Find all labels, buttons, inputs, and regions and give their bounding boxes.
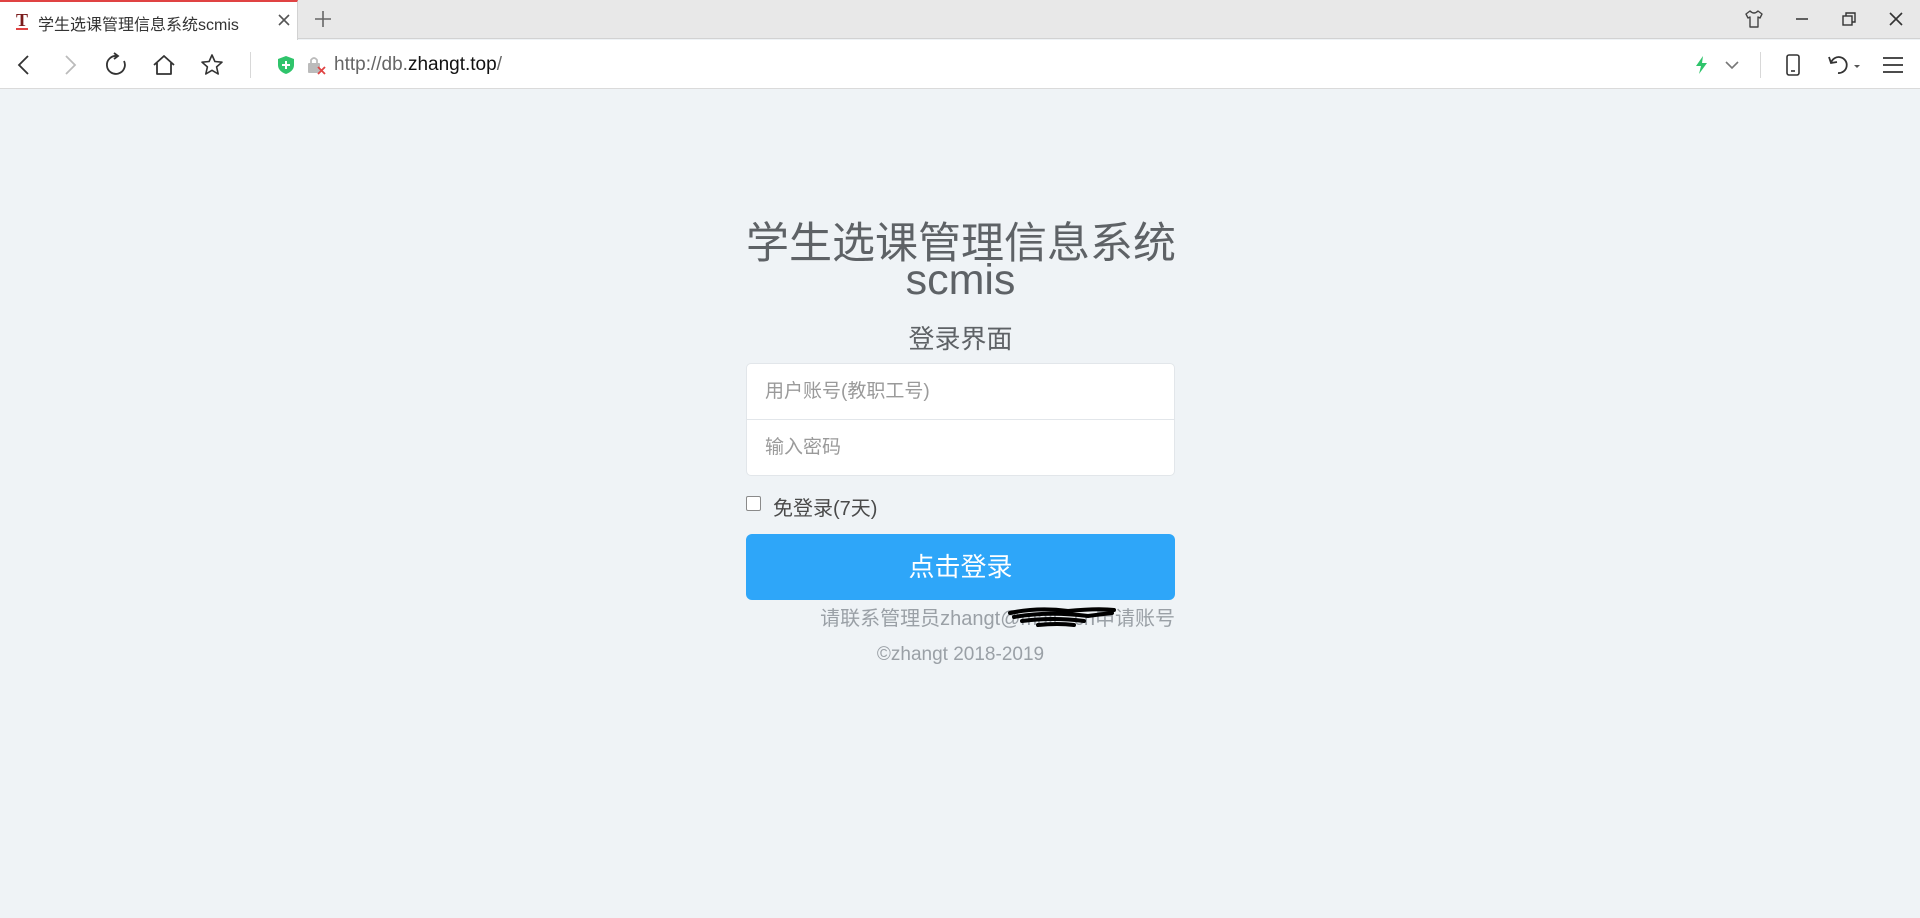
reload-icon[interactable] (104, 52, 130, 78)
insecure-lock-icon[interactable] (305, 54, 327, 76)
tab-title: 学生选课管理信息系统scmis (38, 17, 239, 34)
close-tab-icon[interactable] (274, 10, 294, 30)
address-url[interactable]: http://db.zhangt.top/ (334, 54, 502, 76)
tab-strip: T 学生选课管理信息系统scmis (0, 0, 1920, 40)
chevron-down-icon[interactable] (1721, 54, 1743, 76)
login-button[interactable]: 点击登录 (746, 534, 1175, 600)
new-tab-icon[interactable] (312, 8, 334, 30)
system-title-abbr: scmis (905, 256, 1016, 304)
star-icon[interactable] (199, 52, 225, 78)
login-subtitle: 登录界面 (908, 324, 1013, 354)
password-input[interactable] (746, 419, 1175, 476)
url-prefix: http://db. (334, 54, 408, 75)
home-icon[interactable] (151, 52, 177, 78)
hamburger-menu-icon[interactable] (1880, 52, 1906, 78)
mobile-device-icon[interactable] (1780, 52, 1806, 78)
close-window-icon[interactable] (1885, 8, 1907, 30)
back-arrow-icon[interactable] (12, 52, 38, 78)
minimize-window-icon[interactable] (1791, 8, 1813, 30)
address-toolbar: http://db.zhangt.top/ (0, 40, 1920, 89)
undo-icon[interactable] (1826, 52, 1862, 78)
restore-window-icon[interactable] (1838, 8, 1860, 30)
toolbar-separator (250, 52, 251, 78)
url-suffix: / (496, 54, 502, 75)
lightning-icon[interactable] (1691, 54, 1713, 76)
username-input[interactable] (746, 363, 1175, 420)
shield-icon[interactable] (275, 54, 297, 76)
forward-arrow-icon[interactable] (56, 52, 82, 78)
site-favicon-icon: T (15, 10, 28, 30)
remember-me-label[interactable]: 免登录(7天) (773, 492, 877, 521)
toolbar-separator (1760, 52, 1761, 78)
redaction-scribble (1008, 607, 1116, 627)
url-domain: zhangt.top (407, 54, 497, 75)
browser-tab-active[interactable]: T 学生选课管理信息系统scmis (0, 0, 298, 40)
shirt-icon[interactable] (1743, 8, 1765, 30)
remember-me-checkbox[interactable] (746, 496, 761, 511)
copyright-text: ©zhangt 2018-2019 (876, 644, 1045, 665)
